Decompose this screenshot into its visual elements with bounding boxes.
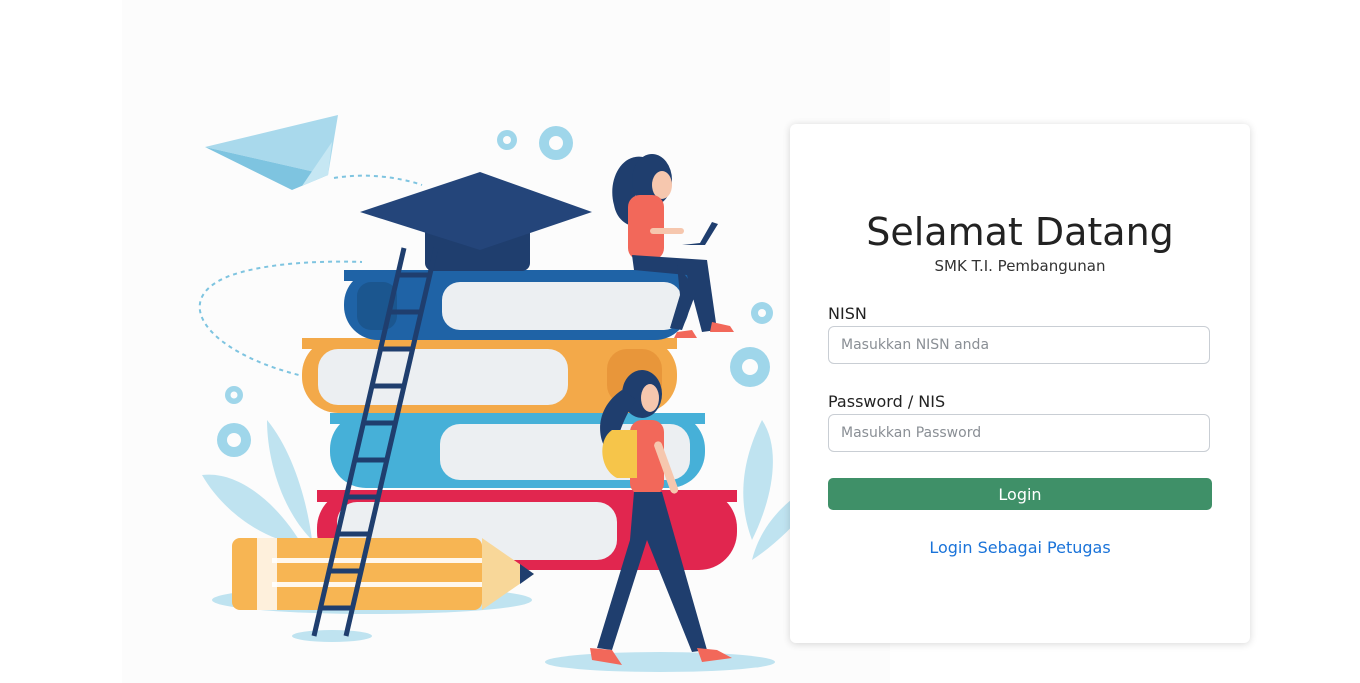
staff-login-link[interactable]: Login Sebagai Petugas bbox=[790, 538, 1250, 557]
password-input[interactable] bbox=[828, 414, 1210, 452]
hero-illustration bbox=[122, 0, 890, 683]
plane-trail bbox=[333, 174, 423, 186]
login-card: Selamat Datang SMK T.I. Pembangunan NISN… bbox=[790, 124, 1250, 643]
page-title: Selamat Datang bbox=[866, 210, 1174, 254]
pencil-icon bbox=[232, 538, 534, 610]
school-name: SMK T.I. Pembangunan bbox=[934, 257, 1106, 275]
paper-plane-icon bbox=[205, 115, 338, 190]
login-button[interactable]: Login bbox=[828, 478, 1212, 510]
nisn-input[interactable] bbox=[828, 326, 1210, 364]
nisn-label: NISN bbox=[828, 304, 867, 323]
graduation-cap-icon bbox=[360, 172, 592, 271]
login-page: Selamat Datang SMK T.I. Pembangunan NISN… bbox=[0, 0, 1360, 683]
ground-shadow-feet bbox=[545, 652, 775, 672]
ladder-shadow bbox=[292, 630, 372, 642]
password-label: Password / NIS bbox=[828, 392, 946, 411]
